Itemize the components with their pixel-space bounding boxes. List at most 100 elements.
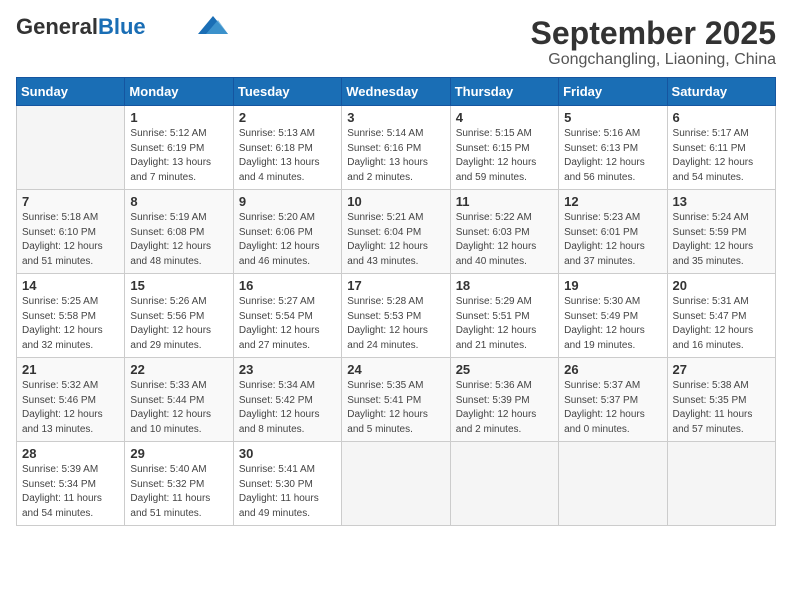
- calendar-table: SundayMondayTuesdayWednesdayThursdayFrid…: [16, 77, 776, 526]
- title-area: September 2025 Gongchangling, Liaoning, …: [531, 16, 776, 69]
- calendar-day-cell: 3Sunrise: 5:14 AM Sunset: 6:16 PM Daylig…: [342, 106, 450, 190]
- day-info: Sunrise: 5:33 AM Sunset: 5:44 PM Dayligh…: [130, 379, 227, 437]
- calendar-day-cell: 22 Sunrise: 5:33 AM Sunset: 5:44 PM Dayli…: [125, 358, 233, 442]
- weekday-header: Saturday: [667, 78, 775, 106]
- day-number: 24: [347, 362, 444, 377]
- day-info: Sunrise: 5:36 AM Sunset: 5:39 PM Dayligh…: [456, 379, 553, 437]
- day-number: 17: [347, 278, 444, 293]
- day-info: Sunrise: 5:20 AM Sunset: 6:06 PM Dayligh…: [239, 211, 336, 269]
- day-info: Sunrise: 5:21 AM Sunset: 6:04 PM Dayligh…: [347, 211, 444, 269]
- weekday-header: Thursday: [450, 78, 558, 106]
- calendar-day-cell: 18Sunrise: 5:29 AM Sunset: 5:51 PM Dayli…: [450, 274, 558, 358]
- calendar-day-cell: 7 Sunrise: 5:18 AM Sunset: 6:10 PM Daylig…: [17, 190, 125, 274]
- calendar-day-cell: 25 Sunrise: 5:36 AM Sunset: 5:39 PM Dayli…: [450, 358, 558, 442]
- day-number: 21: [22, 362, 119, 377]
- logo: GeneralBlue: [16, 16, 228, 38]
- day-number: 5: [564, 110, 661, 125]
- calendar-day-cell: 6 Sunrise: 5:17 AM Sunset: 6:11 PM Daylig…: [667, 106, 775, 190]
- day-number: 22: [130, 362, 227, 377]
- day-info: Sunrise: 5:34 AM Sunset: 5:42 PM Dayligh…: [239, 379, 336, 437]
- day-info: Sunrise: 5:32 AM Sunset: 5:46 PM Dayligh…: [22, 379, 119, 437]
- calendar-day-cell: [559, 442, 667, 526]
- calendar-day-cell: 28 Sunrise: 5:39 AM Sunset: 5:34 PM Dayli…: [17, 442, 125, 526]
- day-info: Sunrise: 5:22 AM Sunset: 6:03 PM Dayligh…: [456, 211, 553, 269]
- day-number: 7: [22, 194, 119, 209]
- calendar-day-cell: 13 Sunrise: 5:24 AM Sunset: 5:59 PM Dayli…: [667, 190, 775, 274]
- day-info: Sunrise: 5:29 AM Sunset: 5:51 PM Dayligh…: [456, 295, 553, 353]
- calendar-week-row: 7 Sunrise: 5:18 AM Sunset: 6:10 PM Daylig…: [17, 190, 776, 274]
- day-number: 1: [130, 110, 227, 125]
- day-info: Sunrise: 5:39 AM Sunset: 5:34 PM Dayligh…: [22, 463, 119, 521]
- day-info: Sunrise: 5:14 AM Sunset: 6:16 PM Dayligh…: [347, 127, 444, 185]
- weekday-header: Monday: [125, 78, 233, 106]
- day-info: Sunrise: 5:40 AM Sunset: 5:32 PM Dayligh…: [130, 463, 227, 521]
- day-info: Sunrise: 5:25 AM Sunset: 5:58 PM Dayligh…: [22, 295, 119, 353]
- calendar-day-cell: [667, 442, 775, 526]
- calendar-day-cell: [450, 442, 558, 526]
- day-info: Sunrise: 5:18 AM Sunset: 6:10 PM Dayligh…: [22, 211, 119, 269]
- day-info: Sunrise: 5:28 AM Sunset: 5:53 PM Dayligh…: [347, 295, 444, 353]
- calendar-day-cell: 14 Sunrise: 5:25 AM Sunset: 5:58 PM Dayli…: [17, 274, 125, 358]
- calendar-day-cell: 1 Sunrise: 5:12 AM Sunset: 6:19 PM Daylig…: [125, 106, 233, 190]
- calendar-day-cell: 17 Sunrise: 5:28 AM Sunset: 5:53 PM Dayli…: [342, 274, 450, 358]
- day-info: Sunrise: 5:12 AM Sunset: 6:19 PM Dayligh…: [130, 127, 227, 185]
- day-number: 13: [673, 194, 770, 209]
- day-info: Sunrise: 5:17 AM Sunset: 6:11 PM Dayligh…: [673, 127, 770, 185]
- calendar-day-cell: [342, 442, 450, 526]
- logo-text: GeneralBlue: [16, 16, 146, 38]
- day-number: 15: [130, 278, 227, 293]
- day-info: Sunrise: 5:24 AM Sunset: 5:59 PM Dayligh…: [673, 211, 770, 269]
- day-info: Sunrise: 5:27 AM Sunset: 5:54 PM Dayligh…: [239, 295, 336, 353]
- calendar-header-row: SundayMondayTuesdayWednesdayThursdayFrid…: [17, 78, 776, 106]
- day-info: Sunrise: 5:31 AM Sunset: 5:47 PM Dayligh…: [673, 295, 770, 353]
- day-number: 30: [239, 446, 336, 461]
- weekday-header: Sunday: [17, 78, 125, 106]
- day-info: Sunrise: 5:13 AM Sunset: 6:18 PM Dayligh…: [239, 127, 336, 185]
- day-number: 16: [239, 278, 336, 293]
- page-header: GeneralBlue September 2025 Gongchangling…: [16, 16, 776, 69]
- calendar-day-cell: 21 Sunrise: 5:32 AM Sunset: 5:46 PM Dayli…: [17, 358, 125, 442]
- calendar-week-row: 14 Sunrise: 5:25 AM Sunset: 5:58 PM Dayli…: [17, 274, 776, 358]
- calendar-day-cell: 9 Sunrise: 5:20 AM Sunset: 6:06 PM Daylig…: [233, 190, 341, 274]
- day-number: 27: [673, 362, 770, 377]
- day-number: 4: [456, 110, 553, 125]
- calendar-day-cell: 2 Sunrise: 5:13 AM Sunset: 6:18 PM Daylig…: [233, 106, 341, 190]
- calendar-day-cell: 12Sunrise: 5:23 AM Sunset: 6:01 PM Dayli…: [559, 190, 667, 274]
- calendar-day-cell: 16 Sunrise: 5:27 AM Sunset: 5:54 PM Dayli…: [233, 274, 341, 358]
- calendar-day-cell: 24 Sunrise: 5:35 AM Sunset: 5:41 PM Dayli…: [342, 358, 450, 442]
- day-info: Sunrise: 5:35 AM Sunset: 5:41 PM Dayligh…: [347, 379, 444, 437]
- day-number: 14: [22, 278, 119, 293]
- day-info: Sunrise: 5:16 AM Sunset: 6:13 PM Dayligh…: [564, 127, 661, 185]
- calendar-day-cell: 20Sunrise: 5:31 AM Sunset: 5:47 PM Dayli…: [667, 274, 775, 358]
- calendar-day-cell: 4Sunrise: 5:15 AM Sunset: 6:15 PM Daylig…: [450, 106, 558, 190]
- calendar-week-row: 21 Sunrise: 5:32 AM Sunset: 5:46 PM Dayli…: [17, 358, 776, 442]
- day-info: Sunrise: 5:26 AM Sunset: 5:56 PM Dayligh…: [130, 295, 227, 353]
- day-number: 10: [347, 194, 444, 209]
- day-info: Sunrise: 5:30 AM Sunset: 5:49 PM Dayligh…: [564, 295, 661, 353]
- day-info: Sunrise: 5:19 AM Sunset: 6:08 PM Dayligh…: [130, 211, 227, 269]
- calendar-day-cell: 27Sunrise: 5:38 AM Sunset: 5:35 PM Dayli…: [667, 358, 775, 442]
- calendar-day-cell: 10 Sunrise: 5:21 AM Sunset: 6:04 PM Dayli…: [342, 190, 450, 274]
- calendar-day-cell: 15 Sunrise: 5:26 AM Sunset: 5:56 PM Dayli…: [125, 274, 233, 358]
- calendar-day-cell: 23 Sunrise: 5:34 AM Sunset: 5:42 PM Dayli…: [233, 358, 341, 442]
- day-number: 23: [239, 362, 336, 377]
- day-number: 6: [673, 110, 770, 125]
- weekday-header: Tuesday: [233, 78, 341, 106]
- day-number: 11: [456, 194, 553, 209]
- day-number: 25: [456, 362, 553, 377]
- day-number: 29: [130, 446, 227, 461]
- day-number: 8: [130, 194, 227, 209]
- month-title: September 2025: [531, 16, 776, 51]
- calendar-day-cell: 26Sunrise: 5:37 AM Sunset: 5:37 PM Dayli…: [559, 358, 667, 442]
- location-title: Gongchangling, Liaoning, China: [531, 51, 776, 69]
- day-number: 28: [22, 446, 119, 461]
- calendar-day-cell: 19Sunrise: 5:30 AM Sunset: 5:49 PM Dayli…: [559, 274, 667, 358]
- day-info: Sunrise: 5:23 AM Sunset: 6:01 PM Dayligh…: [564, 211, 661, 269]
- day-number: 26: [564, 362, 661, 377]
- calendar-day-cell: 8 Sunrise: 5:19 AM Sunset: 6:08 PM Daylig…: [125, 190, 233, 274]
- calendar-week-row: 1 Sunrise: 5:12 AM Sunset: 6:19 PM Daylig…: [17, 106, 776, 190]
- calendar-day-cell: 29 Sunrise: 5:40 AM Sunset: 5:32 PM Dayli…: [125, 442, 233, 526]
- day-number: 9: [239, 194, 336, 209]
- day-number: 2: [239, 110, 336, 125]
- calendar-day-cell: 11 Sunrise: 5:22 AM Sunset: 6:03 PM Dayli…: [450, 190, 558, 274]
